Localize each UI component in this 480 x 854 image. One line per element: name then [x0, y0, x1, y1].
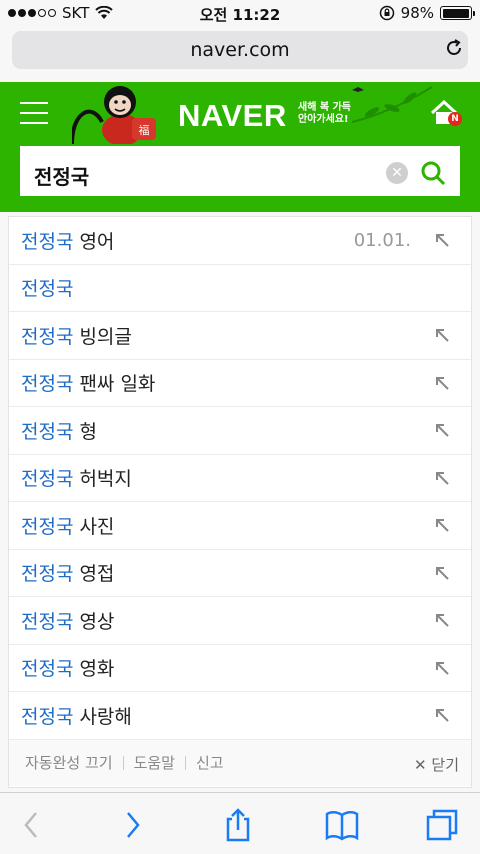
suggestion-highlight: 전정국	[21, 610, 74, 633]
naver-header: 福 NAVER 새해 복 가득 안아가세요! N 전정국 ✕	[0, 82, 480, 212]
url-text: naver.com	[190, 39, 290, 61]
suggestion-highlight: 전정국	[21, 230, 74, 253]
fill-query-arrow-icon[interactable]	[435, 376, 449, 390]
new-year-slogan: 새해 복 가득 안아가세요!	[298, 102, 351, 126]
url-field[interactable]: naver.com	[12, 31, 468, 69]
suggestion-highlight: 전정국	[21, 515, 74, 538]
suggestion-highlight: 전정국	[21, 658, 74, 681]
suggestion-footer: 자동완성 끄기 도움말 신고 ✕ 닫기	[9, 739, 471, 786]
suggestion-text: 형	[79, 420, 97, 443]
suggestion-highlight: 전정국	[21, 468, 74, 491]
fill-query-arrow-icon[interactable]	[435, 661, 449, 675]
bookmarks-icon[interactable]	[324, 807, 360, 843]
suggestion-text: 팬싸 일화	[79, 373, 156, 396]
suggestion-text: 영어	[79, 230, 115, 253]
autocomplete-off-link[interactable]: 자동완성 끄기	[25, 752, 113, 773]
suggestion-item[interactable]: 전정국 영상	[9, 597, 471, 645]
back-icon[interactable]	[14, 807, 50, 843]
forward-icon[interactable]	[114, 807, 150, 843]
fill-query-arrow-icon[interactable]	[435, 518, 449, 532]
tabs-icon[interactable]	[424, 807, 460, 843]
report-link[interactable]: 신고	[196, 752, 224, 773]
clear-icon[interactable]: ✕	[386, 162, 408, 184]
suggestion-text: 빙의글	[79, 325, 132, 348]
close-icon: ✕	[414, 755, 427, 774]
menu-button[interactable]	[20, 102, 48, 124]
close-label: 닫기	[431, 755, 459, 774]
leaf-decoration-icon	[352, 86, 432, 123]
suggestion-highlight: 전정국	[21, 420, 74, 443]
fill-query-arrow-icon[interactable]	[435, 471, 449, 485]
svg-text:福: 福	[139, 123, 150, 137]
naver-logo: NAVER	[178, 98, 287, 133]
suggestion-item[interactable]: 전정국 영어 01.01.	[9, 217, 471, 265]
suggestion-highlight: 전정국	[21, 278, 74, 301]
fill-query-arrow-icon[interactable]	[435, 233, 449, 247]
slogan-line-1: 새해 복 가득	[298, 102, 351, 113]
fill-query-arrow-icon[interactable]	[435, 613, 449, 627]
suggestion-text: 영화	[79, 658, 115, 681]
suggestion-highlight: 전정국	[21, 373, 74, 396]
search-input[interactable]: 전정국	[34, 161, 89, 190]
browser-toolbar	[0, 792, 480, 854]
suggestion-text: 영상	[79, 610, 115, 633]
suggestion-item[interactable]: 전정국 사랑해	[9, 692, 471, 740]
search-icon[interactable]	[420, 160, 446, 186]
battery-icon	[440, 6, 475, 20]
browser-address-bar: naver.com	[0, 26, 480, 82]
divider	[122, 755, 124, 770]
close-button[interactable]: ✕ 닫기	[414, 754, 459, 775]
suggestion-highlight: 전정국	[21, 325, 74, 348]
suggestion-item[interactable]: 전정국 형	[9, 407, 471, 455]
status-right: 98%	[379, 4, 475, 22]
fill-query-arrow-icon[interactable]	[435, 423, 449, 437]
battery-percent: 98%	[400, 4, 434, 22]
notification-badge: N	[448, 112, 462, 126]
slogan-line-2: 안아가세요!	[298, 114, 349, 125]
reload-icon[interactable]	[442, 36, 466, 60]
suggestion-item[interactable]: 전정국 빙의글	[9, 312, 471, 360]
suggestion-text: 사진	[79, 515, 115, 538]
share-icon[interactable]	[220, 807, 256, 843]
suggestion-item[interactable]: 전정국 사진	[9, 502, 471, 550]
search-box[interactable]: 전정국 ✕	[20, 146, 460, 196]
suggestion-item[interactable]: 전정국 허벅지	[9, 455, 471, 502]
orientation-lock-icon	[379, 5, 394, 21]
suggestion-highlight: 전정국	[21, 563, 74, 586]
suggestion-list: 전정국 영어 01.01. 전정국 전정국 빙의글 전정국 팬싸 일화 전정국 형 전정국 허벅지 전정…	[8, 216, 472, 788]
help-link[interactable]: 도움말	[134, 752, 175, 773]
monkey-mascot-icon: 福	[72, 86, 156, 144]
suggestion-highlight: 전정국	[21, 705, 74, 728]
suggestion-item[interactable]: 전정국 영화	[9, 645, 471, 692]
divider	[184, 755, 186, 770]
suggestion-text: 영접	[79, 563, 115, 586]
status-bar: SKT 오전 11:22 98%	[0, 0, 480, 26]
suggestion-item[interactable]: 전정국 팬싸 일화	[9, 360, 471, 407]
suggestion-item[interactable]: 전정국	[9, 265, 471, 312]
suggestion-item[interactable]: 전정국 영접	[9, 550, 471, 597]
fill-query-arrow-icon[interactable]	[435, 566, 449, 580]
suggestion-text: 사랑해	[79, 705, 132, 728]
suggestion-date: 01.01.	[353, 230, 411, 251]
suggestion-text: 허벅지	[79, 468, 132, 491]
fill-query-arrow-icon[interactable]	[435, 708, 449, 722]
fill-query-arrow-icon[interactable]	[435, 328, 449, 342]
